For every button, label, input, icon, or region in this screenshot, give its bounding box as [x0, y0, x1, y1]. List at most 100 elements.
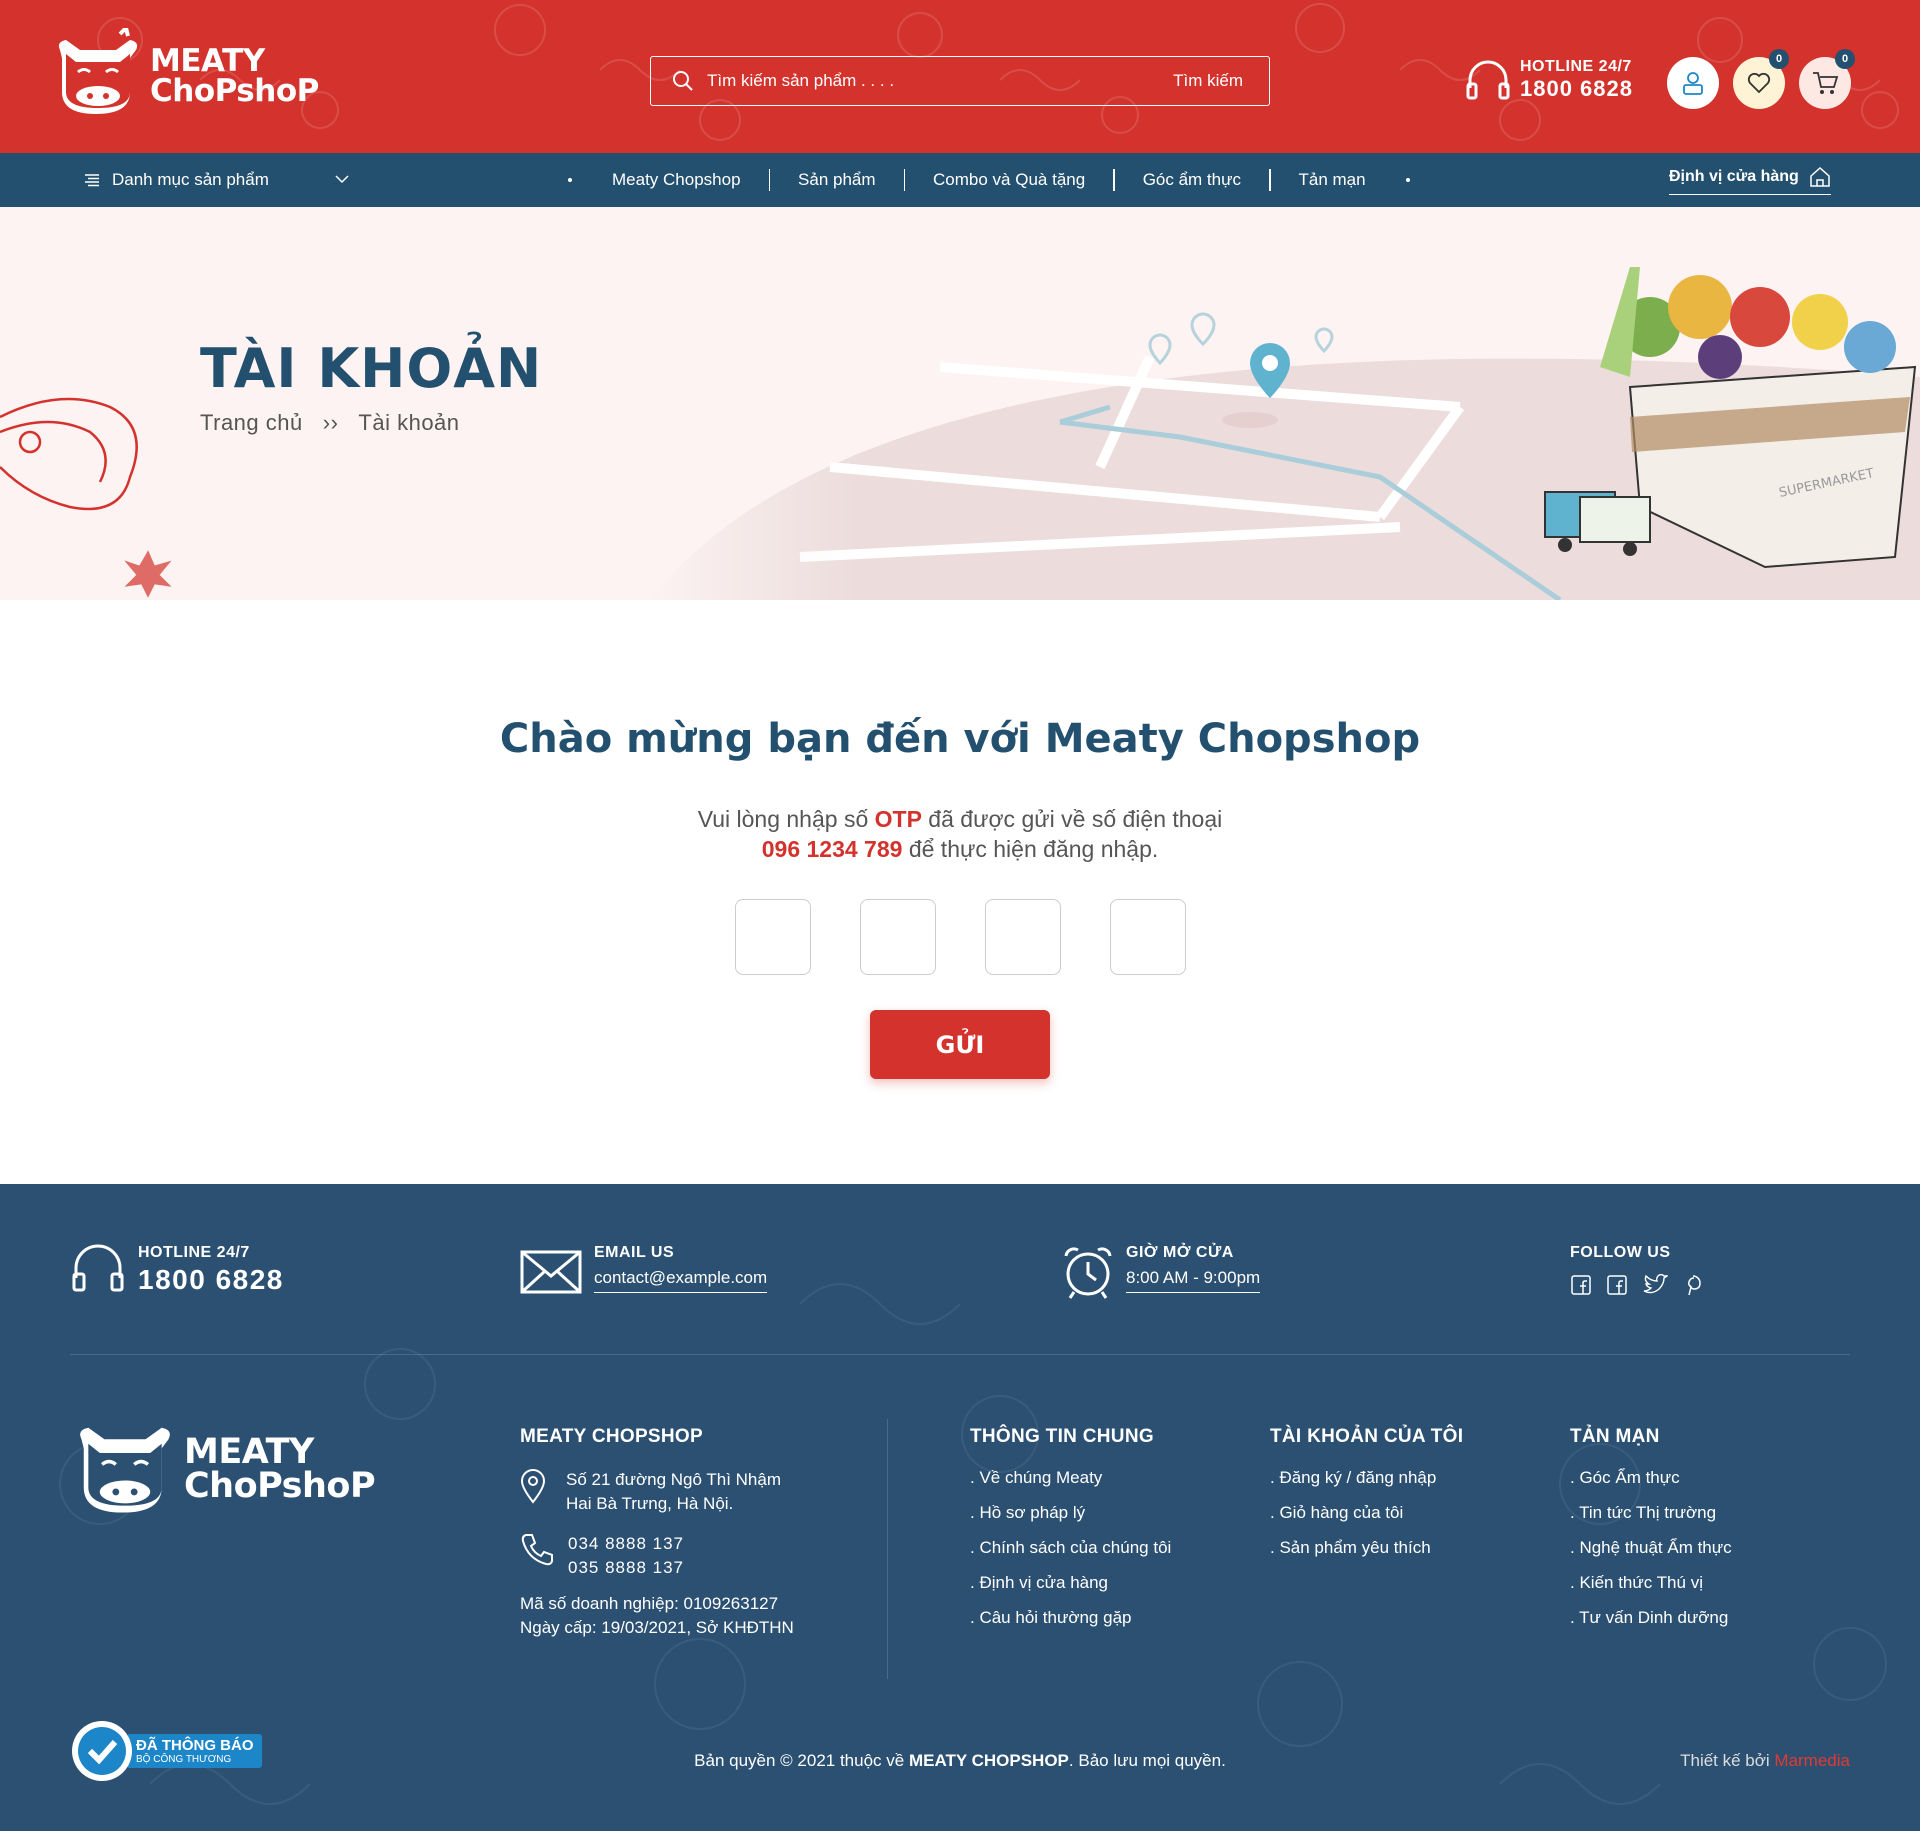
footer-link[interactable]: Tư vấn Dinh dưỡng	[1570, 1608, 1732, 1628]
footer-link[interactable]: Định vị cửa hàng	[970, 1573, 1171, 1593]
nav-dot	[1405, 178, 1410, 182]
page-banner: SUPERMARKET TÀI KHOẢN Trang chủ ›› Tài k…	[0, 207, 1920, 600]
footer-hotline-label: HOTLINE 24/7	[138, 1244, 250, 1261]
search-bar: Tìm kiếm	[650, 56, 1270, 106]
page-title: TÀI KHOẢN	[200, 337, 543, 400]
footer-email-value[interactable]: contact@example.com	[594, 1268, 768, 1293]
footer-link[interactable]: Đăng ký / đăng nhập	[1270, 1468, 1463, 1488]
msg-otp: OTP	[874, 806, 922, 832]
otp-input-1[interactable]	[735, 899, 811, 975]
cart-button[interactable]: 0	[1799, 49, 1855, 109]
copyright-pre: Bản quyền © 2021 thuộc về	[694, 1751, 909, 1770]
otp-message: Vui lòng nhập số OTP đã được gửi về số đ…	[0, 804, 1920, 864]
cart-icon	[1813, 72, 1839, 94]
chevron-down-icon	[335, 175, 349, 184]
phone-icon	[521, 1534, 553, 1566]
logo-text: MEATY ChoPshoP	[150, 43, 319, 107]
otp-input-4[interactable]	[1110, 899, 1186, 975]
footer-link[interactable]: Góc Ẩm thực	[1570, 1468, 1732, 1488]
footer-logo-line2: ChoPshoP	[184, 1466, 376, 1506]
footer-logo[interactable]: MEATY ChoPshoP	[70, 1414, 376, 1524]
nav-item-tan-man[interactable]: Tản mạn	[1271, 169, 1394, 191]
footer-hotline[interactable]: HOTLINE 24/7 1800 6828	[70, 1244, 284, 1296]
meat-illustration	[0, 397, 172, 598]
design-pre: Thiết kế bởi	[1680, 1751, 1775, 1770]
wishlist-button[interactable]: 0	[1733, 49, 1789, 109]
footer-hours-label: GIỜ MỞ CỬA	[1126, 1244, 1234, 1261]
footer-link[interactable]: Sản phẩm yêu thích	[1270, 1538, 1463, 1558]
footer-col-account: TÀI KHOẢN CỦA TÔI Đăng ký / đăng nhập Gi…	[1270, 1426, 1463, 1573]
footer-link[interactable]: Hồ sơ pháp lý	[970, 1503, 1171, 1523]
footer-address-line2: Hai Bà Trưng, Hà Nội.	[566, 1494, 734, 1513]
breadcrumb-separator-icon: ››	[322, 410, 339, 435]
logo-line1: MEATY	[150, 43, 265, 79]
nav-item-meaty-chopshop[interactable]: Meaty Chopshop	[584, 169, 769, 191]
alarm-clock-icon	[1064, 1247, 1112, 1299]
category-label: Danh mục sản phẩm	[112, 170, 269, 189]
banner-illustration: SUPERMARKET	[0, 207, 1920, 600]
account-button[interactable]	[1667, 57, 1719, 109]
footer-col-title: THÔNG TIN CHUNG	[970, 1426, 1154, 1447]
twitter-icon[interactable]	[1642, 1274, 1668, 1296]
wishlist-count-badge: 0	[1769, 49, 1789, 69]
footer-hours-value: 8:00 AM - 9:00pm	[1126, 1268, 1261, 1293]
footer-logo-text: MEATY ChoPshoP	[184, 1435, 376, 1506]
footer-hours: GIỜ MỞ CỬA 8:00 AM - 9:00pm	[1060, 1244, 1261, 1300]
design-brand[interactable]: Marmedia	[1774, 1751, 1850, 1770]
nav-item-san-pham[interactable]: Sản phẩm	[770, 169, 904, 191]
store-locator-label: Định vị cửa hàng	[1669, 168, 1799, 185]
search-button[interactable]: Tìm kiếm	[1173, 71, 1243, 91]
nav-item-combo[interactable]: Combo và Quà tặng	[905, 169, 1113, 191]
category-dropdown[interactable]: Danh mục sản phẩm	[84, 153, 349, 207]
otp-input-3[interactable]	[985, 899, 1061, 975]
otp-input-2[interactable]	[860, 899, 936, 975]
footer-link[interactable]: Tin tức Thị trường	[1570, 1503, 1732, 1523]
nav-item-goc-am-thuc[interactable]: Góc ẩm thực	[1115, 169, 1269, 191]
send-button[interactable]: GỬI	[870, 1010, 1050, 1079]
footer-business-id: Mã số doanh nghiệp: 0109263127	[520, 1594, 779, 1613]
footer-link[interactable]: Kiến thức Thú vị	[1570, 1573, 1732, 1593]
hotline-number: 1800 6828	[1520, 76, 1633, 101]
footer-link[interactable]: Về chúng Meaty	[970, 1468, 1171, 1488]
cow-logo-icon	[80, 1427, 170, 1513]
search-input[interactable]	[707, 71, 1174, 91]
cow-logo-icon	[58, 28, 138, 114]
footer-follow: FOLLOW US	[1570, 1244, 1704, 1296]
nav-menu: Meaty Chopshop Sản phẩm Combo và Quà tặn…	[556, 153, 1422, 207]
footer-email[interactable]: EMAIL US contact@example.com	[520, 1244, 768, 1296]
footer: HOTLINE 24/7 1800 6828 EMAIL US contact@…	[0, 1184, 1920, 1831]
footer-link[interactable]: Câu hỏi thường gặp	[970, 1608, 1171, 1628]
verified-check-icon	[72, 1721, 132, 1781]
hotline-label: HOTLINE 24/7	[1520, 58, 1632, 75]
search-icon[interactable]	[671, 69, 695, 93]
headset-icon	[72, 1244, 124, 1292]
facebook-icon[interactable]	[1606, 1274, 1628, 1296]
pinterest-icon[interactable]	[1682, 1274, 1704, 1296]
header: MEATY ChoPshoP Tìm kiếm HOTLINE 24/7 180…	[0, 0, 1920, 153]
breadcrumb: Trang chủ ›› Tài khoản	[200, 410, 460, 436]
footer-address-line1: Số 21 đường Ngô Thì Nhậm	[566, 1470, 781, 1489]
footer-col-title: TẢN MẠN	[1570, 1426, 1660, 1447]
footer-company: MEATY CHOPSHOP Số 21 đường Ngô Thì Nhậm …	[520, 1426, 880, 1640]
footer-issued: Ngày cấp: 19/03/2021, Sở KHĐTHN	[520, 1618, 794, 1637]
welcome-heading: Chào mừng bạn đến với Meaty Chopshop	[499, 716, 1421, 762]
footer-phone1[interactable]: 034 8888 137	[568, 1532, 684, 1556]
footer-link[interactable]: Chính sách của chúng tôi	[970, 1538, 1171, 1558]
msg-phone: 096 1234 789	[761, 836, 903, 862]
footer-company-title: MEATY CHOPSHOP	[520, 1426, 703, 1447]
location-pin-icon	[520, 1469, 546, 1504]
store-locator-link[interactable]: Định vị cửa hàng	[1669, 166, 1831, 195]
header-hotline[interactable]: HOTLINE 24/7 1800 6828	[1464, 58, 1633, 102]
facebook-icon[interactable]	[1570, 1274, 1592, 1296]
footer-hotline-number: 1800 6828	[138, 1264, 284, 1295]
footer-col-tan-man: TẢN MẠN Góc Ẩm thực Tin tức Thị trường N…	[1570, 1426, 1732, 1643]
logo[interactable]: MEATY ChoPshoP	[50, 28, 319, 124]
user-icon	[1683, 72, 1703, 95]
footer-link[interactable]: Giỏ hàng của tôi	[1270, 1503, 1463, 1523]
breadcrumb-current: Tài khoản	[358, 410, 460, 435]
envelope-icon	[520, 1250, 582, 1294]
breadcrumb-home[interactable]: Trang chủ	[200, 410, 303, 436]
footer-link[interactable]: Nghệ thuật Ẩm thực	[1570, 1538, 1731, 1558]
copyright-post: . Bảo lưu mọi quyền.	[1068, 1751, 1226, 1770]
footer-phone2[interactable]: 035 8888 137	[568, 1556, 684, 1580]
